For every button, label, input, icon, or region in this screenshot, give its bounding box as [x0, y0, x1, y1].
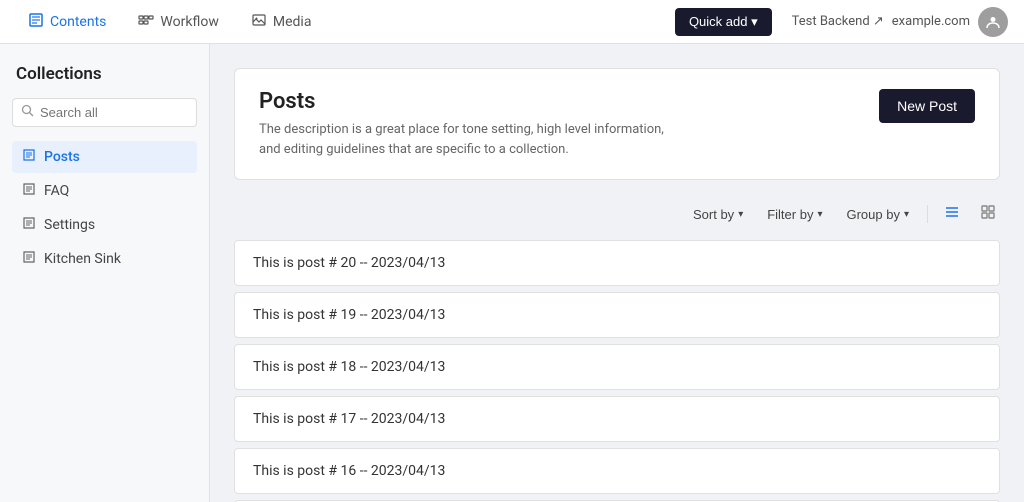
posts-toolbar: Sort by ▾ Filter by ▾ Group by ▾: [234, 200, 1000, 228]
post-item[interactable]: This is post # 20 -- 2023/04/13: [234, 240, 1000, 286]
posts-header-card: Posts The description is a great place f…: [234, 68, 1000, 180]
post-item[interactable]: This is post # 19 -- 2023/04/13: [234, 292, 1000, 338]
sidebar: Collections Posts FAQ Settings: [0, 44, 210, 502]
post-list: This is post # 20 -- 2023/04/13 This is p…: [234, 240, 1000, 502]
page-description: The description is a great place for ton…: [259, 120, 679, 159]
avatar[interactable]: [978, 7, 1008, 37]
sidebar-title: Collections: [12, 64, 197, 84]
post-item[interactable]: This is post # 16 -- 2023/04/13: [234, 448, 1000, 494]
search-box[interactable]: [12, 98, 197, 127]
posts-icon: [22, 148, 36, 166]
nav-tab-media[interactable]: Media: [239, 6, 324, 38]
new-post-button[interactable]: New Post: [879, 89, 975, 123]
nav-tab-media-label: Media: [273, 14, 312, 30]
sidebar-item-kitchen-sink[interactable]: Kitchen Sink: [12, 243, 197, 275]
content-area: Posts The description is a great place f…: [210, 44, 1024, 502]
sidebar-item-settings-label: Settings: [44, 217, 95, 233]
posts-header-info: Posts The description is a great place f…: [259, 89, 679, 159]
search-input[interactable]: [40, 105, 188, 120]
filter-by-button[interactable]: Filter by ▾: [761, 203, 828, 226]
site-label: example.com: [892, 14, 970, 29]
faq-icon: [22, 182, 36, 200]
sidebar-item-posts[interactable]: Posts: [12, 141, 197, 173]
sidebar-item-kitchen-sink-label: Kitchen Sink: [44, 251, 121, 267]
workflow-icon: [138, 12, 154, 32]
nav-tab-workflow-label: Workflow: [160, 14, 219, 30]
sort-caret-icon: ▾: [738, 209, 743, 220]
post-item[interactable]: This is post # 17 -- 2023/04/13: [234, 396, 1000, 442]
nav-tab-workflow[interactable]: Workflow: [126, 6, 231, 38]
filter-by-label: Filter by: [767, 207, 813, 222]
contents-icon: [28, 12, 44, 32]
toolbar-separator: [927, 205, 928, 223]
sort-by-label: Sort by: [693, 207, 734, 222]
nav-tab-contents-label: Contents: [50, 14, 106, 30]
user-section: Test Backend ↗ example.com: [792, 7, 1008, 37]
sort-by-button[interactable]: Sort by ▾: [687, 203, 749, 226]
settings-icon: [22, 216, 36, 234]
filter-caret-icon: ▾: [817, 209, 822, 220]
page-title: Posts: [259, 89, 679, 114]
sidebar-item-posts-label: Posts: [44, 149, 80, 165]
top-navigation: Contents Workflow Media Quick add ▾ Test…: [0, 0, 1024, 44]
sidebar-item-faq-label: FAQ: [44, 183, 69, 199]
quick-add-label: Quick add ▾: [689, 14, 758, 30]
nav-tab-contents[interactable]: Contents: [16, 6, 118, 38]
list-view-button[interactable]: [940, 200, 964, 228]
sidebar-item-faq[interactable]: FAQ: [12, 175, 197, 207]
group-by-label: Group by: [846, 207, 899, 222]
group-by-button[interactable]: Group by ▾: [840, 203, 915, 226]
group-caret-icon: ▾: [904, 209, 909, 220]
quick-add-button[interactable]: Quick add ▾: [675, 8, 772, 36]
grid-view-button[interactable]: [976, 200, 1000, 228]
search-icon: [21, 104, 34, 121]
kitchen-sink-icon: [22, 250, 36, 268]
media-icon: [251, 12, 267, 32]
user-label[interactable]: Test Backend ↗: [792, 14, 884, 29]
sidebar-item-settings[interactable]: Settings: [12, 209, 197, 241]
post-item[interactable]: This is post # 18 -- 2023/04/13: [234, 344, 1000, 390]
main-layout: Collections Posts FAQ Settings: [0, 44, 1024, 502]
